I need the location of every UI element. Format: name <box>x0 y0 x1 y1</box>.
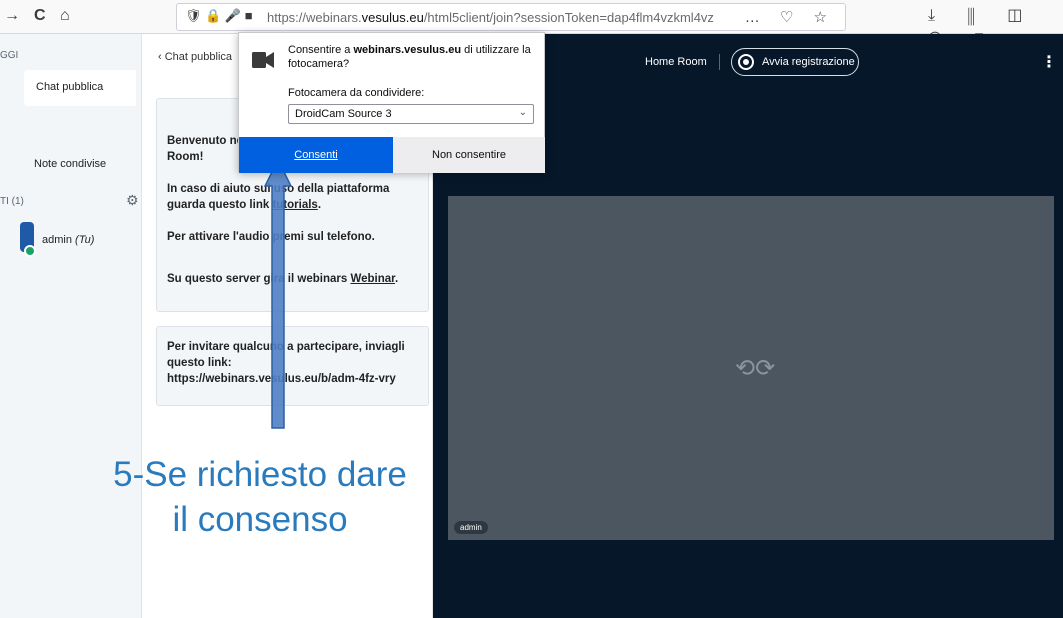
sync-icon: ⟲⟳ <box>735 355 776 382</box>
sidebar-item-shared-notes[interactable]: Note condivise <box>34 158 106 170</box>
messages-heading: GGI <box>0 50 19 61</box>
invite-message: Per invitare qualcuno a partecipare, inv… <box>156 326 429 406</box>
chat-back-button[interactable]: ‹ Chat pubblica <box>158 51 232 63</box>
record-button[interactable]: Avvia registrazione <box>731 48 859 76</box>
url-actions[interactable]: … ♡ ☆ <box>745 8 835 26</box>
arrow-up-icon <box>264 160 292 429</box>
webcam-video-tile[interactable]: ⟲⟳ admin <box>448 196 1054 540</box>
room-name: Home Room <box>645 56 707 68</box>
home-icon[interactable]: ⌂ <box>60 5 70 27</box>
chevron-down-icon: ⌄ <box>518 107 527 118</box>
presenter-status-dot <box>24 245 36 257</box>
camera-select[interactable]: DroidCam Source 3 ⌄ <box>288 104 534 124</box>
user-list-item[interactable]: admin (Tu) <box>42 234 94 246</box>
annotation-text: 5-Se richiesto dare il consenso <box>113 455 407 539</box>
browser-toolbar: → C ⌂ 🛡 🔒 🎤 ■ https://webinars.vesulus.e… <box>0 0 1063 46</box>
reload-icon[interactable]: C <box>34 5 46 27</box>
site-permission-icons[interactable]: 🛡 🔒 🎤 ■ <box>185 8 253 24</box>
deny-button[interactable]: Non consentire <box>393 137 545 173</box>
divider <box>719 54 720 70</box>
gear-icon[interactable]: ⚙ <box>126 192 139 209</box>
sidebar-item-public-chat[interactable]: Chat pubblica <box>24 70 136 106</box>
video-user-label: admin <box>454 521 488 534</box>
back-icon[interactable]: → <box>4 5 20 27</box>
url-bar[interactable]: 🛡 🔒 🎤 ■ https://webinars.vesulus.eu/html… <box>176 3 846 31</box>
camera-select-label: Fotocamera da condividere: <box>288 87 425 99</box>
camera-permission-popup: Consentire a webinars.vesulus.eu di util… <box>238 32 545 173</box>
record-icon <box>738 54 754 70</box>
users-heading: TI (1) <box>0 196 24 207</box>
permission-prompt: Consentire a webinars.vesulus.eu di util… <box>288 44 531 70</box>
record-label: Avvia registrazione <box>762 56 855 68</box>
options-menu-icon[interactable]: ⋮ <box>1041 52 1057 72</box>
allow-button[interactable]: Consenti <box>239 137 393 173</box>
webinar-link[interactable]: Webinar <box>350 273 395 285</box>
camera-icon <box>252 52 274 68</box>
url-text[interactable]: https://webinars.vesulus.eu/html5client/… <box>267 10 714 25</box>
